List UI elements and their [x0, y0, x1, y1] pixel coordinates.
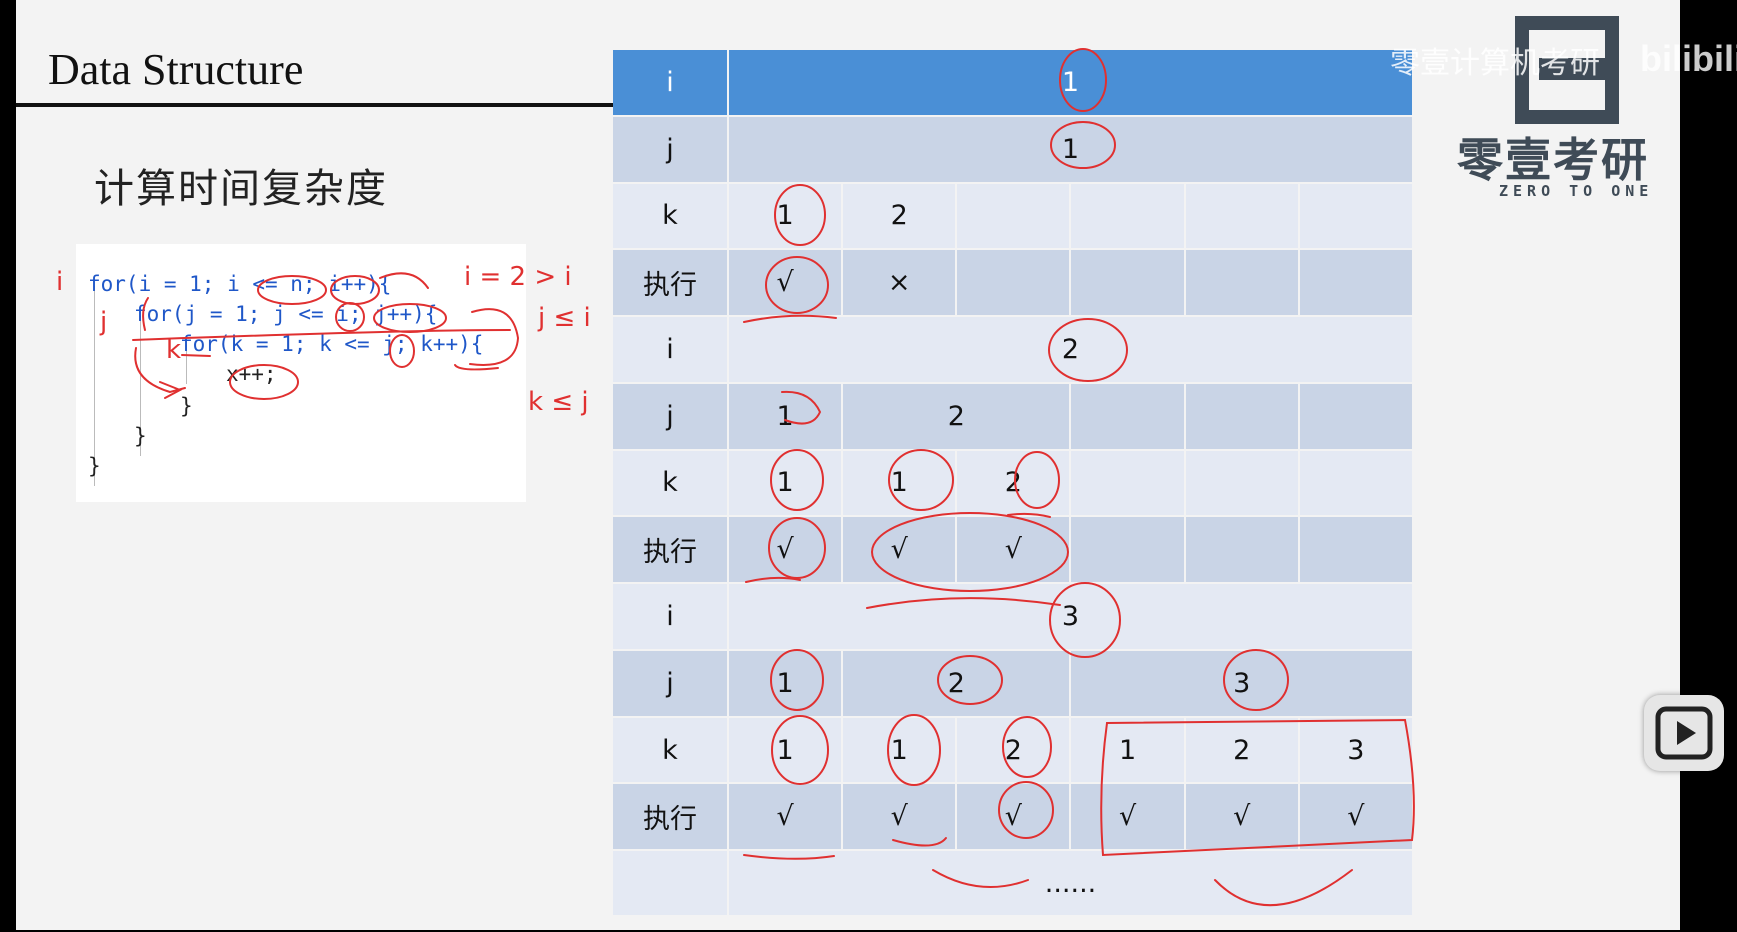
cell: √ — [729, 517, 842, 583]
cell — [1185, 450, 1298, 516]
cell: √ — [957, 517, 1070, 583]
row-label: 执行 — [613, 250, 727, 316]
slide-subtitle: 计算时间复杂度 — [94, 166, 388, 212]
cell — [1299, 383, 1412, 449]
cell: √ — [729, 250, 842, 316]
cell: 3 — [1299, 717, 1412, 783]
cell: √ — [957, 784, 1070, 850]
row-label: i — [613, 317, 727, 382]
cell: √ — [1299, 784, 1412, 850]
cell: 1 — [729, 383, 842, 449]
ellipsis-cell: ...... — [729, 851, 1412, 915]
code-line-3: for(k = 1; k <= j; k++){ — [180, 332, 484, 356]
cell — [1071, 383, 1184, 449]
cell: 2 — [1185, 717, 1298, 783]
cell: × — [843, 250, 956, 316]
code-line-7: } — [88, 454, 101, 478]
code-line-2: for(j = 1; j <= i; j++){ — [134, 302, 438, 326]
cell: 1 — [843, 717, 956, 783]
row-label: j — [613, 383, 727, 449]
table-row: k 1 2 — [613, 183, 1412, 249]
logo-cn: 零壹考研 — [1457, 133, 1649, 187]
cell: 3 — [729, 584, 1412, 649]
bilibili-logo: bilibili — [1640, 38, 1737, 79]
cell: 1 — [729, 717, 842, 783]
row-label: k — [613, 183, 727, 249]
slide-title: Data Structure — [48, 45, 304, 94]
cell: 1 — [729, 650, 842, 716]
code-line-4: x++; — [226, 362, 277, 386]
cell — [957, 250, 1070, 316]
cell: 2 — [843, 650, 1070, 716]
cell: 3 — [1071, 650, 1412, 716]
cell: √ — [843, 517, 956, 583]
cell: 1 — [729, 183, 842, 249]
cell — [1185, 183, 1298, 249]
cell: 2 — [957, 450, 1070, 516]
table-row: 执行 √ √ √ — [613, 517, 1412, 583]
play-button[interactable] — [1644, 695, 1724, 771]
table-row: 执行 √ × — [613, 250, 1412, 316]
trace-table: i 1 j 1 k 1 2 执行 √ × i 2 j 1 2 k 1 1 2 执… — [611, 48, 1414, 917]
cell — [1071, 450, 1184, 516]
cell — [1185, 383, 1298, 449]
cell — [1299, 183, 1412, 249]
cell: 2 — [957, 717, 1070, 783]
table-row: k 1 1 2 — [613, 450, 1412, 516]
cell: √ — [1185, 784, 1298, 850]
cell — [1071, 183, 1184, 249]
cell: 1 — [729, 50, 1412, 115]
row-label: 执行 — [613, 784, 727, 850]
cell — [1299, 517, 1412, 583]
row-label: j — [613, 116, 727, 182]
cell — [957, 183, 1070, 249]
cell: √ — [729, 784, 842, 850]
row-label: i — [613, 584, 727, 649]
cell — [1071, 250, 1184, 316]
cell: 2 — [843, 183, 956, 249]
code-line-5: } — [180, 394, 193, 418]
row-label: 执行 — [613, 517, 727, 583]
watermark-text: 零壹计算机考研 — [1390, 46, 1600, 81]
table-row: k 1 1 2 1 2 3 — [613, 717, 1412, 783]
table-row: i 3 — [613, 584, 1412, 649]
code-snippet: for(i = 1; i <= n; i++){ for(j = 1; j <=… — [76, 244, 526, 502]
cell: 1 — [729, 450, 842, 516]
play-icon — [1655, 706, 1713, 760]
table-row: j 1 2 3 — [613, 650, 1412, 716]
row-label: i — [613, 50, 727, 115]
row-label: j — [613, 650, 727, 716]
cell — [1299, 250, 1412, 316]
row-label: k — [613, 450, 727, 516]
cell — [1185, 517, 1298, 583]
cell: √ — [843, 784, 956, 850]
cell — [1071, 517, 1184, 583]
cell: 1 — [1071, 717, 1184, 783]
cell: 1 — [729, 116, 1412, 182]
table-row: ...... — [613, 851, 1412, 915]
logo-en: ZERO TO ONE — [1499, 182, 1654, 200]
row-label: k — [613, 717, 727, 783]
table-row: 执行 √ √ √ √ √ √ — [613, 784, 1412, 850]
cell: 2 — [843, 383, 1070, 449]
table-row: j 1 2 — [613, 383, 1412, 449]
cell — [1185, 250, 1298, 316]
cell: 2 — [729, 317, 1412, 382]
table-row: i 1 — [613, 50, 1412, 115]
code-line-6: } — [134, 424, 147, 448]
cell: √ — [1071, 784, 1184, 850]
table-row: j 1 — [613, 116, 1412, 182]
title-rule — [16, 103, 626, 107]
code-line-1: for(i = 1; i <= n; i++){ — [88, 272, 392, 296]
cell — [1299, 450, 1412, 516]
cell: 1 — [843, 450, 956, 516]
row-label — [613, 851, 727, 915]
table-row: i 2 — [613, 317, 1412, 382]
